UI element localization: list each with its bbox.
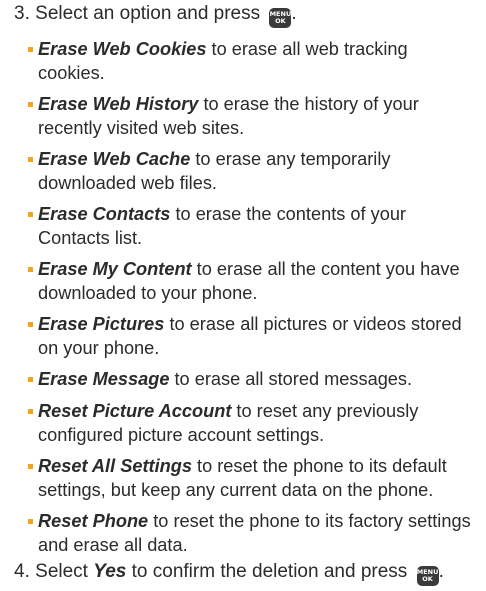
- bullet-icon: [28, 212, 33, 217]
- bullet-icon: [28, 322, 33, 327]
- list-item: Erase Contacts to erase the contents of …: [28, 203, 478, 250]
- option-term: Reset Picture Account: [38, 401, 232, 421]
- option-term: Erase My Content: [38, 259, 192, 279]
- option-term: Erase Web Cache: [38, 149, 191, 169]
- list-item: Erase Pictures to erase all pictures or …: [28, 313, 478, 360]
- list-item: Reset Picture Account to reset any previ…: [28, 400, 478, 447]
- bullet-icon: [28, 47, 33, 52]
- step-4: 4. Select Yes to confirm the deletion an…: [14, 560, 444, 586]
- option-term: Erase Message: [38, 369, 170, 389]
- option-term: Erase Web History: [38, 94, 199, 114]
- yes-term: Yes: [93, 561, 127, 582]
- option-term: Erase Pictures: [38, 314, 165, 334]
- menu-ok-key-icon: MENU OK: [416, 566, 439, 586]
- bullet-icon: [28, 519, 33, 524]
- step-number: 4.: [14, 561, 30, 582]
- list-item: Reset All Settings to reset the phone to…: [28, 455, 478, 502]
- option-term: Erase Web Cookies: [38, 39, 207, 59]
- step-text: Select an option and press: [35, 3, 261, 24]
- bullet-icon: [28, 377, 33, 382]
- step-number: 3.: [14, 3, 30, 24]
- list-item: Reset Phone to reset the phone to its fa…: [28, 510, 478, 557]
- option-term: Reset Phone: [38, 511, 149, 531]
- menu-ok-key-icon: MENU OK: [269, 8, 292, 28]
- instruction-page: 3. Select an option and press MENU OK. Er…: [0, 0, 486, 591]
- list-item: Erase Web History to erase the history o…: [28, 93, 478, 140]
- option-term: Reset All Settings: [38, 456, 192, 476]
- bullet-icon: [28, 102, 33, 107]
- step-text-after: to confirm the deletion and press: [126, 561, 408, 582]
- bullet-icon: [28, 409, 33, 414]
- list-item: Erase Web Cookies to erase all web track…: [28, 38, 478, 85]
- bullet-icon: [28, 267, 33, 272]
- option-desc: to erase all stored messages.: [169, 369, 413, 389]
- bullet-icon: [28, 157, 33, 162]
- bullet-icon: [28, 464, 33, 469]
- list-item: Erase Web Cache to erase any temporarily…: [28, 148, 478, 195]
- step-3: 3. Select an option and press MENU OK.: [14, 2, 297, 28]
- list-item: Erase Message to erase all stored messag…: [28, 368, 478, 392]
- list-item: Erase My Content to erase all the conten…: [28, 258, 478, 305]
- option-term: Erase Contacts: [38, 204, 171, 224]
- step-text-before: Select: [35, 561, 94, 582]
